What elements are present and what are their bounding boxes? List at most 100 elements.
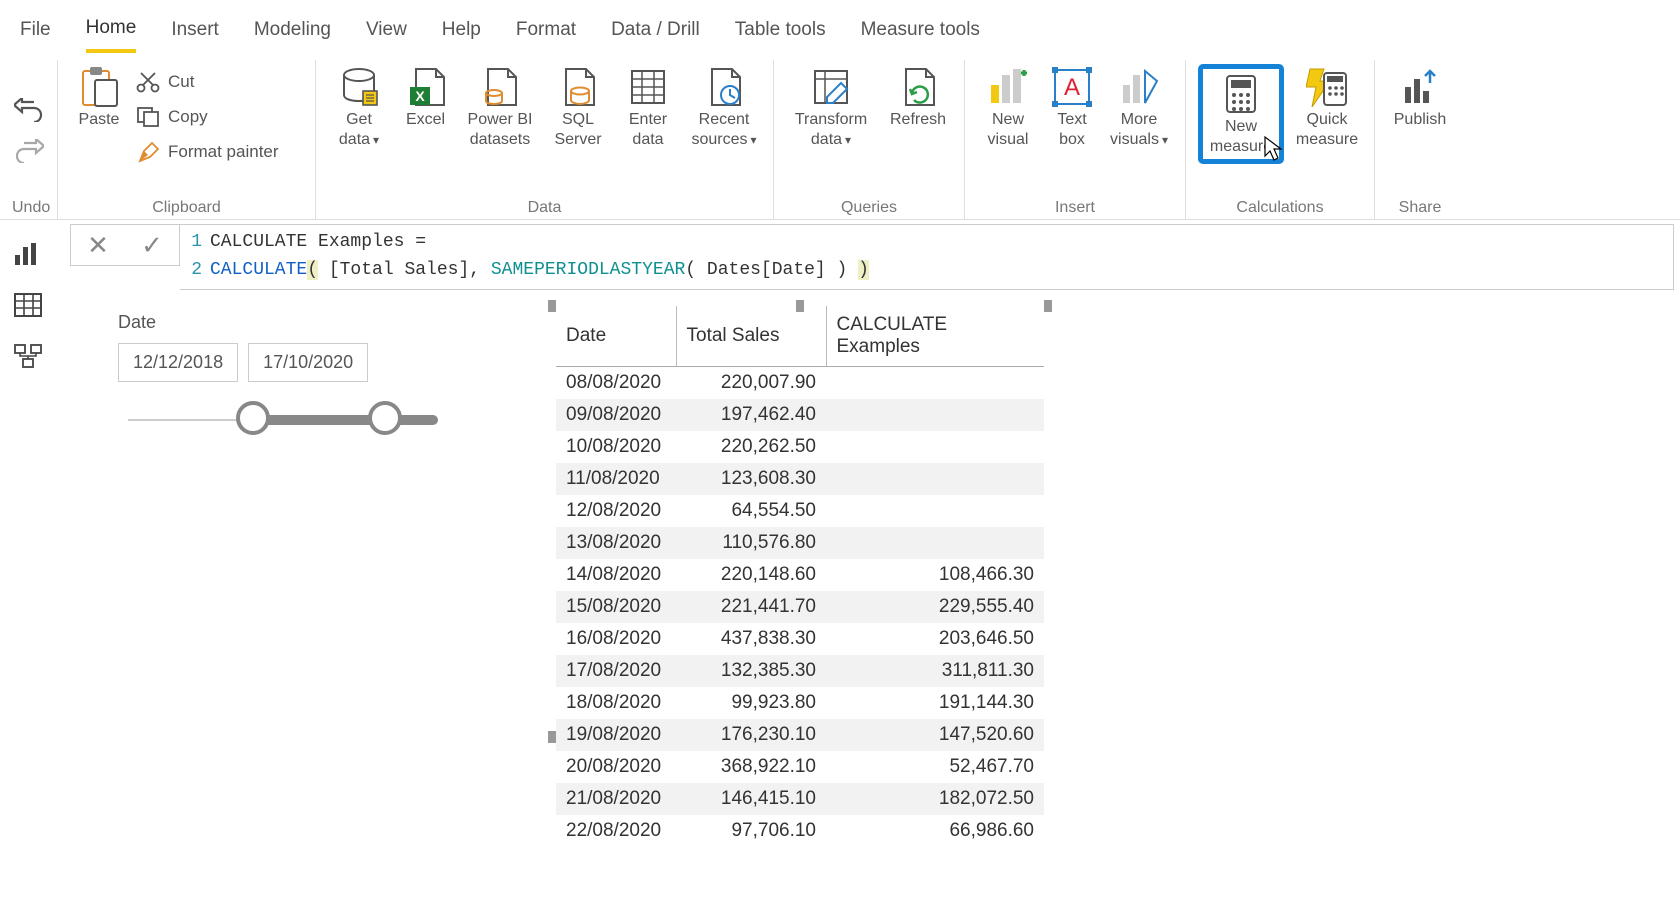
text-box-button[interactable]: A Text box (1047, 64, 1097, 150)
data-view-icon[interactable] (13, 292, 43, 318)
undo-icon[interactable] (14, 98, 44, 125)
transform-icon (810, 66, 852, 108)
data-table-visual[interactable]: DateTotal SalesCALCULATE Examples 08/08/… (556, 306, 1044, 847)
tab-format[interactable]: Format (516, 9, 576, 51)
format-painter-button[interactable]: Format painter (136, 138, 279, 166)
svg-text:A: A (1064, 74, 1080, 101)
table-row[interactable]: 18/08/202099,923.80191,144.30 (556, 687, 1044, 719)
column-header[interactable]: Total Sales (676, 306, 826, 367)
ribbon-group-undo: Undo (0, 60, 58, 219)
tab-measure-tools[interactable]: Measure tools (861, 9, 980, 51)
formula-actions: ✕ ✓ (70, 224, 180, 266)
new-visual-icon (987, 66, 1029, 108)
table-row[interactable]: 13/08/2020110,576.80 (556, 527, 1044, 559)
group-label-queries: Queries (786, 199, 952, 219)
model-view-icon[interactable] (13, 343, 43, 369)
quick-measure-icon (1306, 66, 1348, 108)
slider-handle-to[interactable] (368, 401, 402, 435)
table-row[interactable]: 11/08/2020123,608.30 (556, 463, 1044, 495)
group-label-insert: Insert (977, 199, 1173, 219)
slider-handle-from[interactable] (236, 401, 270, 435)
ribbon-group-insert: New visual A Text box More visuals Inser… (965, 60, 1186, 219)
ribbon: Undo Paste Cut Copy (0, 60, 1680, 220)
more-visuals-button[interactable]: More visuals (1105, 64, 1173, 150)
sql-icon (557, 66, 599, 108)
more-visuals-icon (1118, 66, 1160, 108)
slicer-from-date[interactable]: 12/12/2018 (118, 343, 238, 382)
refresh-button[interactable]: Refresh (884, 64, 952, 130)
paste-button[interactable]: Paste (70, 64, 128, 130)
excel-icon: X (405, 66, 447, 108)
group-label-calculations: Calculations (1198, 199, 1362, 219)
formula-bar-container: ✕ ✓ 1CALCULATE Examples = 2CALCULATE( [T… (70, 224, 1674, 290)
powerbi-datasets-button[interactable]: Power BI datasets (461, 64, 539, 150)
table-row[interactable]: 20/08/2020368,922.1052,467.70 (556, 751, 1044, 783)
refresh-icon (897, 66, 939, 108)
new-visual-button[interactable]: New visual (977, 64, 1039, 150)
cut-button[interactable]: Cut (136, 68, 279, 96)
table-row[interactable]: 16/08/2020437,838.30203,646.50 (556, 623, 1044, 655)
tab-table-tools[interactable]: Table tools (735, 9, 826, 51)
copy-button[interactable]: Copy (136, 103, 279, 131)
date-slicer-visual[interactable]: Date 12/12/2018 17/10/2020 (118, 312, 448, 438)
recent-icon (703, 66, 745, 108)
column-header[interactable]: CALCULATE Examples (826, 306, 1044, 367)
paste-icon (78, 66, 120, 108)
recent-sources-button[interactable]: Recent sources (687, 64, 761, 150)
tab-file[interactable]: File (20, 9, 51, 51)
table-row[interactable]: 14/08/2020220,148.60108,466.30 (556, 559, 1044, 591)
paintbrush-icon (136, 141, 162, 163)
table-row[interactable]: 21/08/2020146,415.10182,072.50 (556, 783, 1044, 815)
group-label-clipboard: Clipboard (70, 199, 303, 219)
group-label-share: Share (1387, 199, 1453, 219)
new-measure-button[interactable]: New measure (1205, 71, 1277, 157)
ribbon-group-clipboard: Paste Cut Copy Format painter Clipboard (58, 60, 316, 219)
slicer-slider[interactable] (118, 404, 448, 438)
table-row[interactable]: 19/08/2020176,230.10147,520.60 (556, 719, 1044, 751)
get-data-button[interactable]: Get data (328, 64, 390, 150)
ribbon-group-data: Get data X Excel Power BI datasets SQL S… (316, 60, 774, 219)
powerbi-datasets-icon (479, 66, 521, 108)
report-view-icon[interactable] (13, 241, 43, 267)
ribbon-group-calculations: New measure Quick measure Calculations (1186, 60, 1375, 219)
table-row[interactable]: 17/08/2020132,385.30311,811.30 (556, 655, 1044, 687)
scissors-icon (136, 71, 162, 93)
svg-text:X: X (415, 88, 425, 104)
ribbon-tab-bar: File Home Insert Modeling View Help Format Data… (0, 0, 1680, 60)
excel-button[interactable]: X Excel (398, 64, 453, 130)
ribbon-group-share: Publish Share (1375, 60, 1465, 219)
slicer-to-date[interactable]: 17/10/2020 (248, 343, 368, 382)
tab-home[interactable]: Home (86, 7, 137, 53)
transform-data-button[interactable]: Transform data (786, 64, 876, 150)
publish-icon (1399, 66, 1441, 108)
column-header[interactable]: Date (556, 306, 676, 367)
group-label-data: Data (328, 199, 761, 219)
table-row[interactable]: 15/08/2020221,441.70229,555.40 (556, 591, 1044, 623)
table-row[interactable]: 09/08/2020197,462.40 (556, 399, 1044, 431)
group-label-undo: Undo (12, 199, 45, 219)
publish-button[interactable]: Publish (1387, 64, 1453, 130)
redo-icon[interactable] (14, 139, 44, 166)
slicer-title: Date (118, 312, 448, 333)
enter-data-icon (627, 66, 669, 108)
table-row[interactable]: 22/08/202097,706.1066,986.60 (556, 815, 1044, 847)
commit-formula-icon[interactable]: ✓ (141, 232, 163, 258)
enter-data-button[interactable]: Enter data (617, 64, 679, 150)
tab-insert[interactable]: Insert (171, 9, 219, 51)
tab-view[interactable]: View (366, 9, 407, 51)
text-box-icon: A (1051, 66, 1093, 108)
quick-measure-button[interactable]: Quick measure (1292, 64, 1362, 150)
cancel-formula-icon[interactable]: ✕ (87, 232, 109, 258)
view-switcher (0, 221, 56, 369)
tab-modeling[interactable]: Modeling (254, 9, 331, 51)
tab-data-drill[interactable]: Data / Drill (611, 9, 700, 51)
database-icon (338, 66, 380, 108)
calculator-icon (1220, 73, 1262, 115)
tab-help[interactable]: Help (442, 9, 481, 51)
table-row[interactable]: 12/08/202064,554.50 (556, 495, 1044, 527)
table-row[interactable]: 08/08/2020220,007.90 (556, 367, 1044, 400)
formula-bar[interactable]: 1CALCULATE Examples = 2CALCULATE( [Total… (180, 224, 1674, 290)
report-canvas[interactable]: Date 12/12/2018 17/10/2020 DateTotal Sal… (70, 290, 1674, 908)
sql-server-button[interactable]: SQL Server (547, 64, 609, 150)
table-row[interactable]: 10/08/2020220,262.50 (556, 431, 1044, 463)
